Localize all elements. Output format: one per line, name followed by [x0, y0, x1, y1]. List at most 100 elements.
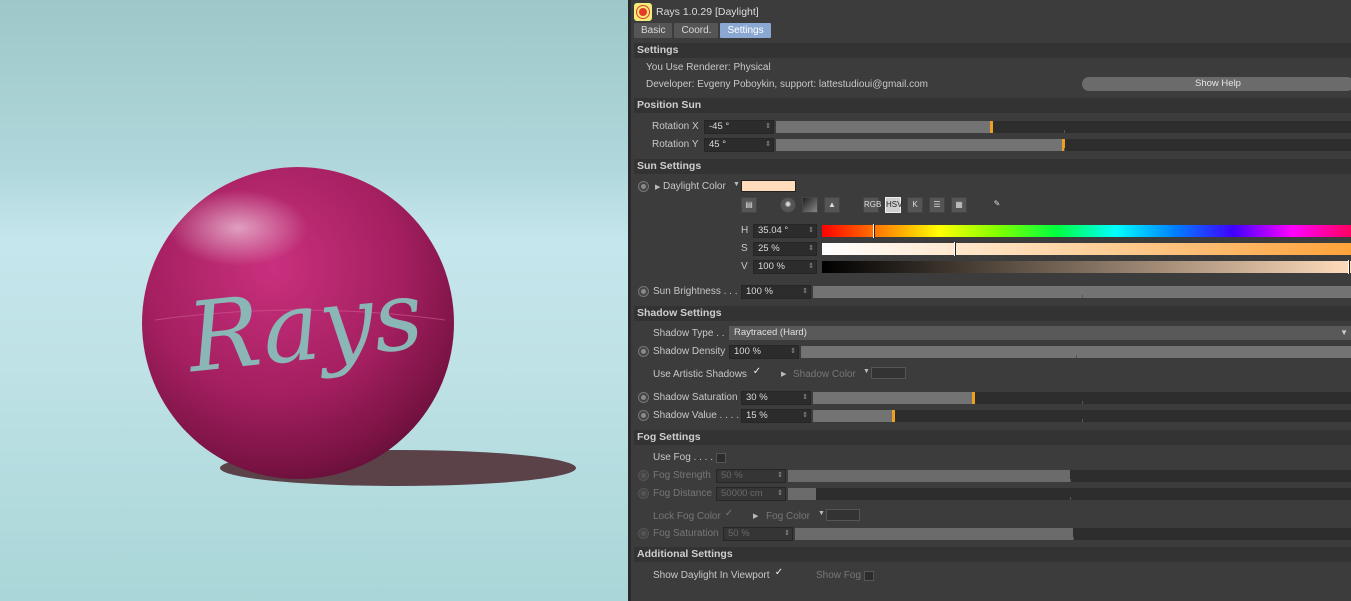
value-input[interactable]: 100 % ⇕: [753, 260, 817, 274]
shadow-type-dropdown[interactable]: Raytraced (Hard) ▼: [729, 326, 1351, 340]
slider-tick: [1076, 355, 1077, 358]
saturation-gradient-slider[interactable]: [822, 242, 1351, 256]
value-gradient-slider[interactable]: [822, 260, 1351, 274]
fog-saturation-label: Fog Saturation: [653, 528, 719, 539]
section-additional-settings[interactable]: Additional Settings: [634, 547, 1351, 562]
rotation-y-slider[interactable]: [776, 139, 1351, 151]
fog-saturation-value: 50 %: [728, 528, 750, 539]
daylight-color-swatch[interactable]: [741, 180, 796, 192]
saturation-label: S: [741, 243, 748, 254]
sun-brightness-input[interactable]: 100 % ⇕: [741, 285, 811, 299]
fog-distance-slider[interactable]: [788, 488, 1351, 500]
daylight-color-anim-toggle[interactable]: [638, 181, 649, 192]
sun-brightness-label: Sun Brightness . . .: [653, 286, 738, 297]
slider-tick: [1082, 419, 1083, 422]
shadow-value-input[interactable]: 15 % ⇕: [741, 409, 811, 423]
tab-basic[interactable]: Basic: [634, 23, 673, 38]
tab-coord[interactable]: Coord.: [674, 23, 719, 38]
slider-tick: [1082, 295, 1083, 298]
show-help-button[interactable]: Show Help: [1082, 77, 1351, 91]
daylight-color-menu-icon[interactable]: ▼: [733, 181, 740, 188]
slider-tick: [1069, 479, 1071, 482]
shadow-color-swatch[interactable]: [871, 367, 906, 379]
rotation-x-slider[interactable]: [776, 121, 1351, 133]
kelvin-mode-button[interactable]: K: [907, 197, 923, 213]
gradient-marker[interactable]: [954, 242, 957, 256]
show-daylight-checkbox[interactable]: ✓: [774, 568, 784, 579]
mixer-icon[interactable]: ☰: [929, 197, 945, 213]
hsv-mode-button[interactable]: HSV: [885, 197, 902, 213]
shadow-value-slider[interactable]: [813, 410, 1351, 422]
shadow-color-expand-icon[interactable]: ▶: [781, 370, 786, 378]
sun-brightness-anim-toggle[interactable]: [638, 286, 649, 297]
shadow-density-anim-toggle[interactable]: [638, 346, 649, 357]
fog-saturation-slider[interactable]: [795, 528, 1351, 540]
gradient-icon[interactable]: [802, 197, 818, 213]
gradient-marker[interactable]: [873, 224, 876, 238]
value-label: V: [741, 261, 748, 272]
shadow-saturation-value: 30 %: [746, 392, 768, 403]
use-artistic-shadows-checkbox[interactable]: ✓: [752, 367, 762, 378]
fog-strength-input[interactable]: 50 % ⇕: [716, 469, 786, 483]
use-artistic-shadows-label: Use Artistic Shadows: [653, 369, 747, 380]
hue-gradient-slider[interactable]: [822, 224, 1351, 238]
shadow-density-slider[interactable]: [801, 346, 1351, 358]
eyedropper-icon[interactable]: ✎: [989, 197, 1005, 213]
shadow-density-input[interactable]: 100 % ⇕: [729, 345, 799, 359]
swatches-icon[interactable]: ▦: [951, 197, 967, 213]
section-shadow-settings[interactable]: Shadow Settings: [634, 306, 1351, 321]
show-daylight-label: Show Daylight In Viewport: [653, 570, 770, 581]
shadow-saturation-input[interactable]: 30 % ⇕: [741, 391, 811, 405]
shadow-color-menu-icon[interactable]: ▼: [863, 368, 870, 375]
image-icon[interactable]: ▲: [824, 197, 840, 213]
saturation-input[interactable]: 25 % ⇕: [753, 242, 817, 256]
fog-color-label: Fog Color: [766, 511, 810, 522]
fog-color-menu-icon[interactable]: ▼: [818, 510, 825, 517]
rotation-y-label: Rotation Y: [652, 139, 699, 150]
fog-distance-input[interactable]: 50000 cm ⇕: [716, 487, 786, 501]
lock-fog-color-checkbox[interactable]: ✓: [724, 509, 734, 520]
gradient-marker[interactable]: [1348, 260, 1350, 274]
spectrum-icon[interactable]: ▤: [741, 197, 757, 213]
hue-input[interactable]: 35.04 ° ⇕: [753, 224, 817, 238]
rays-settings-panel: Rays 1.0.29 [Daylight] Basic Coord. Sett…: [628, 0, 1351, 601]
tab-bar: Basic Coord. Settings: [634, 23, 771, 38]
rotation-x-value: -45 °: [709, 121, 730, 132]
fog-color-swatch[interactable]: [826, 509, 860, 521]
fog-strength-slider[interactable]: [788, 470, 1351, 482]
fog-distance-label: Fog Distance: [653, 488, 712, 499]
rgb-mode-button[interactable]: RGB: [863, 197, 881, 213]
section-settings[interactable]: Settings: [634, 43, 1351, 58]
fog-saturation-anim-toggle[interactable]: [638, 528, 649, 539]
section-fog-settings[interactable]: Fog Settings: [634, 430, 1351, 445]
daylight-color-expand-icon[interactable]: ▶: [655, 183, 660, 191]
developer-info: Developer: Evgeny Poboykin, support: lat…: [646, 79, 928, 90]
ball-highlight: [168, 190, 308, 266]
shadow-saturation-anim-toggle[interactable]: [638, 392, 649, 403]
slider-tick: [1073, 537, 1074, 540]
section-position-sun[interactable]: Position Sun: [634, 98, 1351, 113]
tab-settings[interactable]: Settings: [720, 23, 771, 38]
rotation-x-input[interactable]: -45 ° ⇕: [704, 120, 774, 134]
shadow-saturation-slider[interactable]: [813, 392, 1351, 404]
rotation-x-label: Rotation X: [652, 121, 699, 132]
window-title: Rays 1.0.29 [Daylight]: [656, 5, 759, 18]
fog-saturation-input[interactable]: 50 % ⇕: [723, 527, 793, 541]
shadow-value-anim-toggle[interactable]: [638, 410, 649, 421]
section-sun-settings[interactable]: Sun Settings: [634, 159, 1351, 174]
lock-fog-color-label: Lock Fog Color: [653, 511, 721, 522]
show-fog-checkbox[interactable]: [864, 571, 874, 581]
hue-value: 35.04 °: [758, 225, 789, 236]
use-fog-label: Use Fog . . . .: [653, 452, 714, 463]
fog-strength-anim-toggle[interactable]: [638, 470, 649, 481]
fog-color-expand-icon[interactable]: ▶: [753, 512, 758, 520]
saturation-value: 25 %: [758, 243, 780, 254]
shadow-value-label: Shadow Value . . . .: [653, 410, 739, 421]
sun-brightness-slider[interactable]: [813, 286, 1351, 298]
rotation-y-input[interactable]: 45 ° ⇕: [704, 138, 774, 152]
wheel-icon[interactable]: ✺: [780, 197, 796, 213]
use-fog-checkbox[interactable]: [716, 453, 726, 463]
render-viewport: Rays: [0, 0, 628, 601]
fog-distance-anim-toggle[interactable]: [638, 488, 649, 499]
sun-icon: [634, 2, 652, 21]
